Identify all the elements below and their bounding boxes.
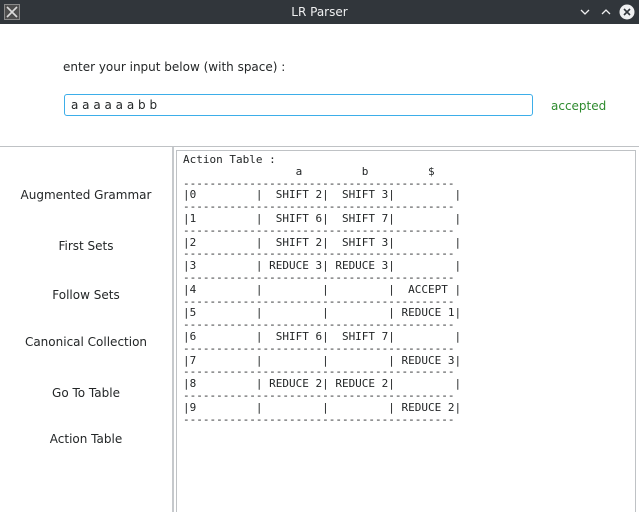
action-table-output: Action Table : a b $ -------------------… <box>183 153 462 426</box>
sidebar-item-go-to-table[interactable]: Go To Table <box>0 383 172 403</box>
parse-status-label: accepted <box>551 99 607 113</box>
close-icon[interactable] <box>619 4 635 20</box>
splitter-handle[interactable] <box>172 147 174 512</box>
app-window: LR Parser enter your input below (with s… <box>0 0 639 512</box>
sidebar-item-action-table[interactable]: Action Table <box>0 429 172 449</box>
window-title: LR Parser <box>291 5 348 19</box>
sidebar-item-augmented-grammar[interactable]: Augmented Grammar <box>0 185 172 205</box>
sidebar-item-follow-sets[interactable]: Follow Sets <box>0 285 172 305</box>
maximize-icon[interactable] <box>598 4 614 20</box>
parse-input-field[interactable] <box>64 94 533 116</box>
sidebar-item-first-sets[interactable]: First Sets <box>0 236 172 256</box>
sidebar-menu: Augmented Grammar First Sets Follow Sets… <box>0 147 172 512</box>
input-panel <box>0 24 639 146</box>
minimize-icon[interactable] <box>577 4 593 20</box>
sidebar-item-canonical-collection[interactable]: Canonical Collection <box>0 332 172 352</box>
input-prompt-label: enter your input below (with space) : <box>63 60 286 74</box>
title-bar[interactable]: LR Parser <box>0 0 639 24</box>
